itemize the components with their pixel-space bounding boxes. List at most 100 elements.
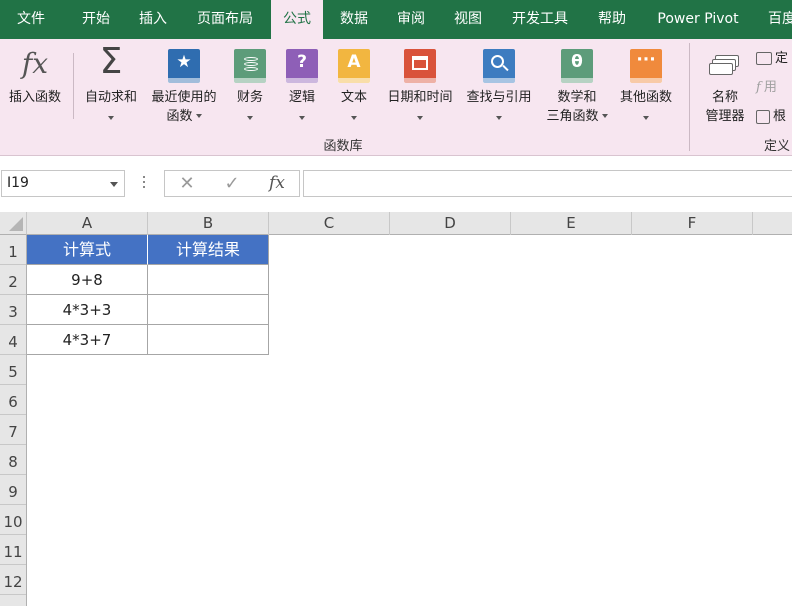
row-header-12[interactable]: 12 [0, 565, 26, 595]
cell-b3[interactable] [148, 295, 269, 325]
row-header-10[interactable]: 10 [0, 505, 26, 535]
autosum-button[interactable]: Σ 自动求和 [75, 39, 147, 139]
chevron-down-icon[interactable] [110, 182, 118, 187]
text-book-icon: A [338, 49, 370, 83]
lookup-reference-label: 查找与引用 [466, 90, 532, 105]
formula-buttons: ✕ ✓ fx [164, 170, 300, 197]
name-manager-label-line1: 名称 [711, 90, 738, 105]
column-header-c[interactable]: C [269, 212, 390, 235]
chevron-down-icon [108, 116, 114, 120]
grid-icon [756, 109, 770, 124]
function-library-group-label: 函数库 [323, 139, 363, 154]
text-label: 文本 [340, 90, 367, 105]
logical-label: 逻辑 [288, 90, 315, 105]
lookup-reference-button[interactable]: 查找与引用 [460, 39, 538, 139]
row-header-11[interactable]: 11 [0, 535, 26, 565]
enter-icon[interactable]: ✓ [218, 171, 246, 198]
cell-b1[interactable]: 计算结果 [148, 235, 269, 265]
tab-home[interactable]: 开始 [82, 0, 110, 39]
row-header-5[interactable]: 5 [0, 355, 26, 385]
tab-developer[interactable]: 开发工具 [512, 0, 568, 39]
column-header-b[interactable]: B [148, 212, 269, 235]
name-manager-button[interactable]: 名称 管理器 [697, 39, 753, 139]
autosum-label: 自动求和 [84, 90, 137, 105]
column-header-a[interactable]: A [27, 212, 148, 235]
math-trig-label-line1: 数学和 [557, 90, 597, 105]
use-in-formula-button[interactable]: f用 [756, 76, 777, 96]
formula-input[interactable] [303, 170, 792, 197]
chevron-down-icon [195, 113, 202, 118]
recently-used-label-line2: 函数 [166, 109, 193, 124]
chevron-down-icon [643, 116, 649, 120]
column-headers: A B C D E F [27, 212, 792, 235]
name-box-value: I19 [7, 175, 29, 191]
row-header-2[interactable]: 2 [0, 265, 26, 295]
define-name-button[interactable]: 定 [756, 47, 788, 67]
ribbon-group-separator [689, 43, 690, 151]
drag-handle-icon[interactable] [142, 176, 146, 190]
create-from-selection-button[interactable]: 根 [756, 105, 786, 125]
math-trig-label-line2: 三角函数 [546, 109, 599, 124]
tab-insert[interactable]: 插入 [139, 0, 167, 39]
insert-function-button[interactable]: fx 插入函数 [0, 39, 71, 139]
coins-book-icon [234, 49, 266, 83]
chevron-down-icon [417, 116, 423, 120]
column-header-f[interactable]: F [632, 212, 753, 235]
insert-function-label: 插入函数 [8, 90, 61, 105]
question-book-icon: ? [286, 49, 318, 83]
tab-data[interactable]: 数据 [340, 0, 368, 39]
theta-book-icon: θ [561, 49, 593, 83]
recently-used-button[interactable]: ★ 最近使用的 函数 [144, 39, 224, 139]
row-header-4[interactable]: 4 [0, 325, 26, 355]
row-header-7[interactable]: 7 [0, 415, 26, 445]
logical-button[interactable]: ? 逻辑 [277, 39, 327, 139]
recently-used-label-line1: 最近使用的 [151, 90, 217, 105]
tab-page-layout[interactable]: 页面布局 [197, 0, 253, 39]
tab-help[interactable]: 帮助 [598, 0, 626, 39]
row-header-6[interactable]: 6 [0, 385, 26, 415]
formula-bar: I19 ✕ ✓ fx [0, 157, 792, 211]
row-header-8[interactable]: 8 [0, 445, 26, 475]
cell-a3[interactable]: 4*3+3 [27, 295, 148, 325]
row-header-9[interactable]: 9 [0, 475, 26, 505]
cancel-icon[interactable]: ✕ [173, 171, 201, 198]
text-button[interactable]: A 文本 [329, 39, 379, 139]
tab-baidu[interactable]: 百度 [768, 0, 792, 39]
cell-a2[interactable]: 9+8 [27, 265, 148, 295]
tab-formulas[interactable]: 公式 [271, 0, 323, 39]
fx-small-icon: f [756, 80, 761, 95]
row-header-3[interactable]: 3 [0, 295, 26, 325]
column-header-d[interactable]: D [390, 212, 511, 235]
sigma-icon: Σ [99, 41, 123, 82]
cell-a4[interactable]: 4*3+7 [27, 325, 148, 355]
select-all-button[interactable] [0, 212, 27, 235]
tab-view[interactable]: 视图 [454, 0, 482, 39]
tag-icon [756, 52, 772, 65]
name-box[interactable]: I19 [1, 170, 125, 197]
date-time-button[interactable]: 日期和时间 [381, 39, 459, 139]
star-book-icon: ★ [168, 49, 200, 83]
defined-names-group-label: 定义 [764, 139, 791, 154]
financial-button[interactable]: 财务 [225, 39, 275, 139]
cell-b4[interactable] [148, 325, 269, 355]
more-functions-label: 其他函数 [619, 90, 672, 105]
menu-tab-bar: 文件 开始 插入 页面布局 公式 数据 审阅 视图 开发工具 帮助 Power … [0, 0, 792, 39]
row-header-1[interactable]: 1 [0, 235, 26, 265]
math-trig-button[interactable]: θ 数学和 三角函数 [540, 39, 614, 139]
tab-power-pivot[interactable]: Power Pivot [657, 0, 738, 39]
tab-review[interactable]: 审阅 [397, 0, 425, 39]
chevron-down-icon [496, 116, 502, 120]
name-tags-icon [709, 55, 739, 77]
tab-file[interactable]: 文件 [17, 0, 45, 39]
chevron-down-icon [351, 116, 357, 120]
chevron-down-icon [299, 116, 305, 120]
cell-b2[interactable] [148, 265, 269, 295]
more-functions-button[interactable]: ··· 其他函数 [613, 39, 679, 139]
insert-function-icon[interactable]: fx [263, 171, 291, 198]
calendar-book-icon [404, 49, 436, 83]
fx-icon: fx [21, 47, 49, 80]
chevron-down-icon [247, 116, 253, 120]
column-header-e[interactable]: E [511, 212, 632, 235]
cell-a1[interactable]: 计算式 [27, 235, 148, 265]
ribbon-separator [73, 53, 74, 119]
